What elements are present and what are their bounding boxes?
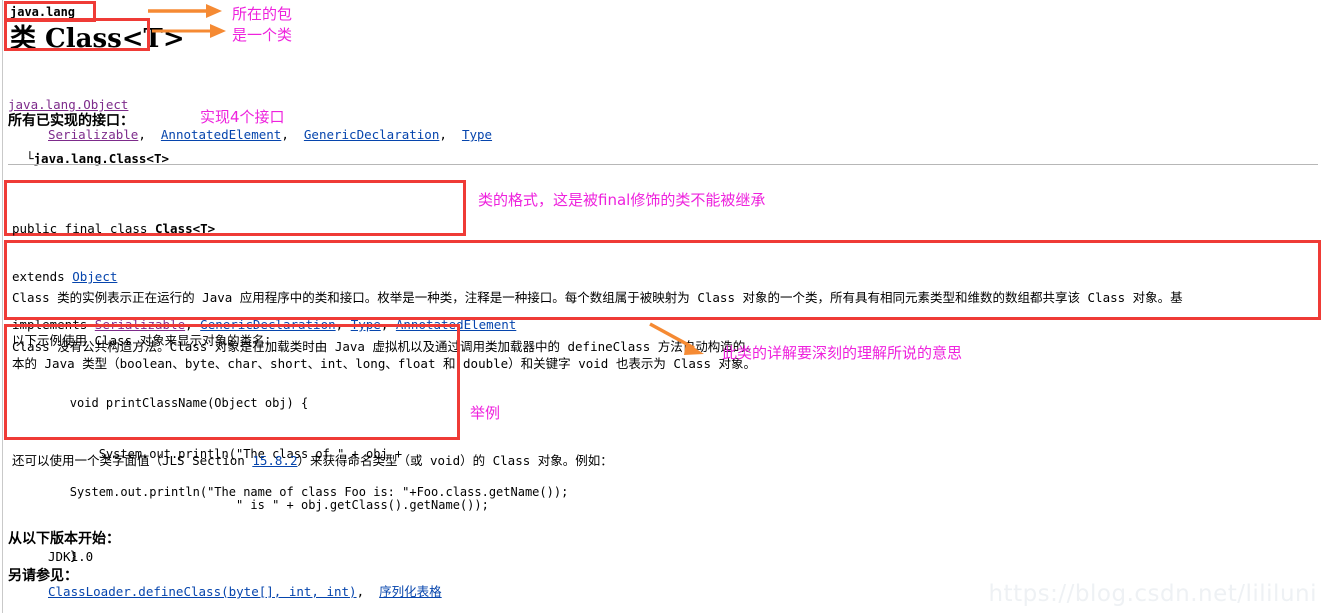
interface-link-genericdeclaration[interactable]: GenericDeclaration: [304, 127, 439, 142]
implemented-interfaces-list: Serializable, AnnotatedElement, GenericD…: [48, 127, 493, 142]
example-annotation-text: 举例: [470, 404, 501, 422]
package-annotation-text: 所在的包: [232, 5, 293, 23]
description-note-arrow-icon: [649, 322, 704, 355]
declaration-class-name: Class<T>: [155, 221, 216, 236]
interfaces-annotation-text: 实现4个接口: [200, 108, 285, 126]
left-frame-rule: [2, 0, 3, 613]
see-also-link-defineclass[interactable]: ClassLoader.defineClass(byte[], int, int…: [48, 584, 357, 599]
class-title-highlight-box: [4, 18, 150, 51]
class-literal-text-before: 还可以使用一个类字面值（JLS Section: [12, 453, 253, 468]
since-value: JDK1.0: [48, 549, 94, 564]
package-note-arrow-icon: [148, 4, 222, 18]
declaration-line-1: public final class Class<T>: [12, 221, 516, 237]
hierarchy-leaf-row: └java.lang.Class<T>: [8, 150, 169, 168]
class-literal-text-after: ）来获得命名类型（或 void）的 Class 对象。例如：: [297, 453, 613, 468]
class-annotation-text: 是一个类: [232, 26, 293, 44]
watermark: https://blog.csdn.net/lililuni: [988, 581, 1317, 607]
see-also-separator: ,: [356, 584, 372, 599]
class-literal-code: System.out.println("The name of class Fo…: [12, 485, 569, 499]
interface-link-serializable[interactable]: Serializable: [48, 127, 138, 142]
class-note-arrow-icon: [152, 24, 226, 38]
section-divider: [8, 164, 1318, 165]
jls-section-link[interactable]: 15.8.2: [252, 453, 297, 468]
declaration-annotation-text: 类的格式，这是被final修饰的类不能被继承: [478, 191, 766, 209]
since-heading: 从以下版本开始：: [8, 531, 120, 547]
see-also-links: ClassLoader.defineClass(byte[], int, int…: [48, 581, 442, 600]
javadoc-page: java.lang 类 Class<T> 所在的包 是一个类 java.lang…: [0, 0, 1325, 613]
description-annotation-text: 此类的详解要深刻的理解所说的意思: [722, 344, 963, 362]
see-also-link-serialized-form[interactable]: 序列化表格: [379, 584, 442, 599]
interface-link-type[interactable]: Type: [462, 127, 492, 142]
class-literal-paragraph: 还可以使用一个类字面值（JLS Section 15.8.2）来获得命名类型（或…: [12, 450, 613, 472]
example-intro-text: 以下示例使用 Class 对象来显示对象的类名：: [12, 333, 278, 348]
declaration-modifiers: public final class: [12, 221, 155, 236]
example-code-line: void printClassName(Object obj) {: [12, 396, 309, 410]
interface-link-annotatedelement[interactable]: AnnotatedElement: [161, 127, 281, 142]
